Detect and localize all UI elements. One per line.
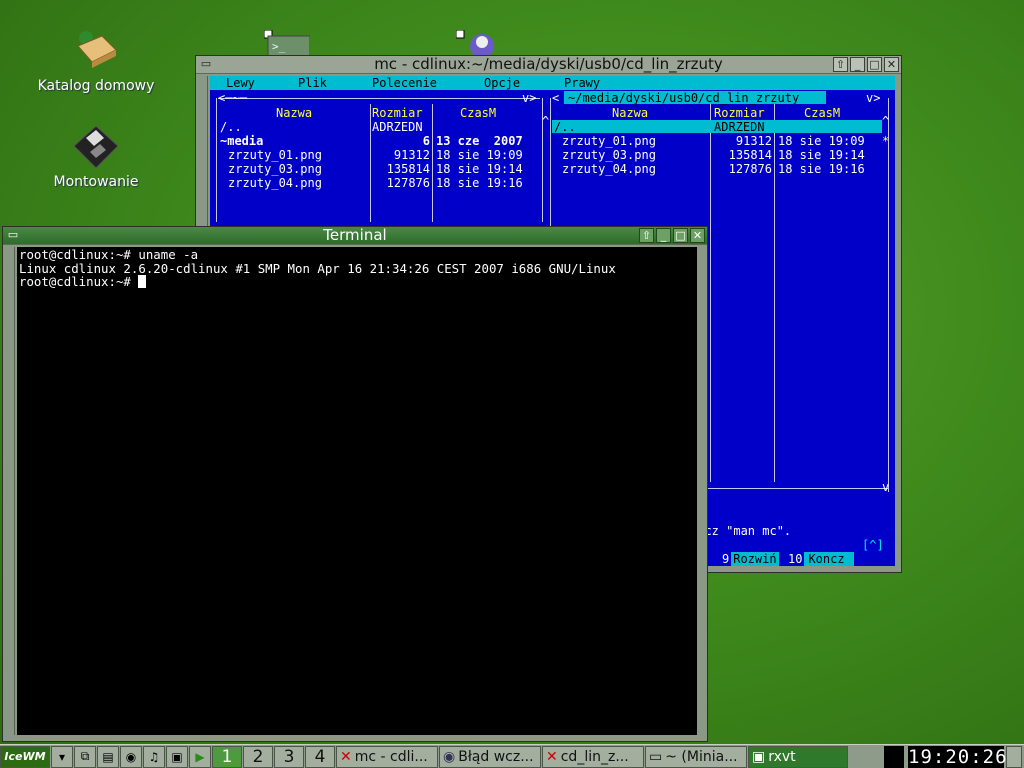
browser-shortcut-icon[interactable] — [455, 29, 502, 58]
desktop-icon-label: Katalog domowy — [37, 78, 155, 94]
close-button[interactable]: ✕ — [884, 57, 899, 72]
cpu-monitor — [884, 746, 904, 768]
mc-menubar: Lewy Plik Polecenie Opcje Prawy — [210, 76, 895, 90]
play-launcher-icon[interactable]: ▶ — [189, 745, 211, 768]
browser-launcher-icon[interactable]: ◉ — [120, 745, 142, 768]
close-button[interactable]: ✕ — [690, 228, 705, 243]
menu-left[interactable]: Lewy — [226, 76, 255, 90]
right-panel-path: ~/media/dyski/usb0/cd_lin_zrzuty — [568, 91, 800, 105]
menu-options[interactable]: Opcje — [484, 76, 520, 90]
tray-button[interactable] — [1006, 746, 1022, 768]
terminal-launcher-icon[interactable]: ▤ — [97, 745, 119, 768]
minimize-button[interactable]: _ — [850, 57, 865, 72]
fkey-9[interactable]: 9 Rozwiń — [704, 552, 779, 566]
svg-text:>_: >_ — [272, 40, 286, 53]
floppy-disk-icon — [72, 124, 120, 170]
home-folder-icon — [72, 28, 120, 74]
menu-command[interactable]: Polecenie — [372, 76, 437, 90]
desktop-icon-home[interactable]: Katalog domowy — [31, 28, 161, 94]
terminal-scrollbar[interactable] — [5, 247, 15, 735]
task-mc[interactable]: ✕ mc - cdli... — [336, 745, 438, 768]
left-col-time: CzasM — [460, 106, 497, 120]
maximize-button[interactable]: □ — [673, 228, 688, 243]
taskbar: IceWM ▾ ⧉ ▤ ◉ ♫ ▣ ▶ 1 2 3 4 ✕ mc - cdli..… — [0, 744, 1024, 768]
left-col-size: Rozmiar — [372, 106, 423, 120]
task-browser-error[interactable]: ◉ Błąd wcz... — [439, 745, 541, 768]
terminal-prompt-line: root@cdlinux:~# — [19, 275, 695, 289]
archive-launcher-icon[interactable]: ▣ — [166, 745, 188, 768]
start-button[interactable]: IceWM — [0, 745, 50, 768]
task-file-manager[interactable]: ▭ ~ (Minia... — [645, 745, 747, 768]
right-col-size: Rozmiar — [714, 106, 765, 120]
mc-cmd-hint: [^] — [862, 538, 884, 552]
terminal-line: root@cdlinux:~# uname -a — [19, 247, 199, 262]
workspace-1[interactable]: 1 — [212, 745, 242, 768]
window-menu-icon[interactable]: ▭ — [6, 228, 20, 243]
workspace-2[interactable]: 2 — [243, 745, 273, 768]
maximize-button[interactable]: □ — [867, 57, 882, 72]
rollup-button[interactable]: ⇧ — [833, 57, 848, 72]
terminal-line: Linux cdlinux 2.6.20-cdlinux #1 SMP Mon … — [19, 260, 616, 276]
left-col-name: Nazwa — [276, 106, 313, 120]
desktop-icon-label: Montowanie — [53, 174, 139, 190]
text-cursor — [138, 275, 147, 289]
mc-window-title: mc - cdlinux:~/media/dyski/usb0/cd_lin_z… — [374, 55, 723, 73]
menu-right[interactable]: Prawy — [564, 76, 600, 90]
terminal-title: Terminal — [323, 226, 387, 244]
left-panel-path: ~ — [232, 91, 240, 105]
mc-titlebar[interactable]: ▭ mc - cdlinux:~/media/dyski/usb0/cd_lin… — [196, 56, 901, 74]
right-col-name: Nazwa — [612, 106, 649, 120]
terminal-window: ▭ Terminal ⇧ _ □ ✕ root@cdlinux:~# uname… — [2, 226, 708, 742]
workspace-3[interactable]: 3 — [274, 745, 304, 768]
folder-app-icon: ▭ — [649, 748, 663, 765]
desktop-icon-mount[interactable]: Montowanie — [31, 124, 161, 190]
clock[interactable]: 19:20:26 — [908, 746, 1007, 768]
show-desktop-icon[interactable]: ⧉ — [74, 745, 96, 768]
task-rxvt[interactable]: ▣ rxvt — [748, 745, 848, 768]
audio-launcher-icon[interactable]: ♫ — [143, 745, 165, 768]
minimize-button[interactable]: _ — [656, 228, 671, 243]
window-list-icon[interactable]: ▾ — [51, 745, 73, 768]
terminal-screen[interactable]: root@cdlinux:~# uname -a Linux cdlinux 2… — [17, 247, 697, 735]
x-app-icon: ✕ — [340, 748, 352, 765]
terminal-app-icon: ▣ — [752, 748, 766, 765]
fkey-10[interactable]: 10 Koncz — [788, 552, 855, 566]
menu-file[interactable]: Plik — [298, 76, 327, 90]
rollup-button[interactable]: ⇧ — [639, 228, 654, 243]
terminal-shortcut-icon[interactable]: >_ — [263, 29, 311, 57]
window-menu-icon[interactable]: ▭ — [199, 57, 213, 72]
x-app-icon: ✕ — [546, 748, 558, 765]
task-image-viewer[interactable]: ✕ cd_lin_z... — [542, 745, 644, 768]
workspace-4[interactable]: 4 — [305, 745, 335, 768]
right-col-time: CzasM — [804, 106, 841, 120]
terminal-titlebar[interactable]: ▭ Terminal ⇧ _ □ ✕ — [3, 227, 707, 245]
browser-app-icon: ◉ — [443, 748, 456, 765]
